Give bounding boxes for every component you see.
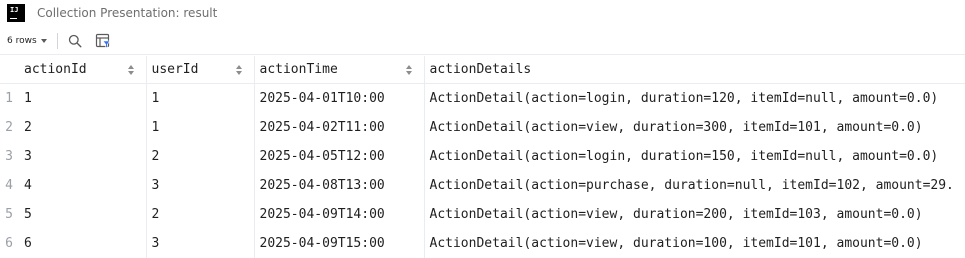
app-logo-icon: IJ — [7, 4, 25, 22]
row-number-header — [0, 56, 19, 84]
table-row[interactable]: 2 2 1 2025-04-02T11:00 ActionDetail(acti… — [0, 113, 965, 142]
table-cell[interactable]: 2025-04-02T11:00 — [254, 113, 425, 142]
window-title: Collection Presentation: result — [37, 6, 218, 20]
result-table: actionId userId actionTime actionDetails… — [0, 56, 965, 258]
table-row[interactable]: 4 4 3 2025-04-08T13:00 ActionDetail(acti… — [0, 171, 965, 200]
table-cell[interactable]: 2 — [146, 142, 255, 171]
table-cell[interactable]: ActionDetail(action=login, duration=120,… — [424, 84, 965, 114]
filter-icon — [95, 33, 111, 49]
search-icon — [68, 34, 82, 48]
table-cell[interactable]: 5 — [19, 200, 147, 229]
title-bar: IJ Collection Presentation: result — [0, 0, 965, 26]
table-row[interactable]: 1 1 1 2025-04-01T10:00 ActionDetail(acti… — [0, 83, 965, 114]
table-cell[interactable]: 3 — [19, 142, 147, 171]
column-header-actionTime[interactable]: actionTime — [254, 56, 425, 84]
table-cell[interactable]: ActionDetail(action=login, duration=150,… — [424, 142, 965, 171]
table-cell[interactable]: ActionDetail(action=view, duration=200, … — [424, 200, 965, 229]
table-cell[interactable]: 2025-04-09T14:00 — [254, 200, 425, 229]
table-cell[interactable]: 1 — [146, 83, 255, 113]
column-header-label: userId — [151, 62, 199, 77]
row-number: 3 — [5, 149, 13, 164]
row-number: 4 — [0, 171, 19, 200]
sort-icon[interactable] — [405, 65, 412, 75]
table-cell[interactable]: 4 — [19, 171, 147, 200]
column-header-userId[interactable]: userId — [146, 56, 255, 84]
toolbar: 6 rows — [0, 28, 965, 55]
filter-button[interactable] — [92, 30, 114, 52]
chevron-down-icon — [40, 39, 47, 43]
row-number: 5 — [5, 207, 13, 222]
rows-count-dropdown[interactable]: 6 rows — [7, 36, 47, 46]
row-number: 1 — [5, 91, 13, 106]
search-button[interactable] — [64, 30, 86, 52]
column-header-actionId[interactable]: actionId — [19, 56, 147, 84]
table-cell[interactable]: 2025-04-08T13:00 — [254, 171, 425, 200]
table-cell[interactable]: 2 — [146, 200, 255, 229]
row-number: 2 — [0, 113, 19, 142]
table-row[interactable]: 3 3 2 2025-04-05T12:00 ActionDetail(acti… — [0, 142, 965, 171]
table-cell[interactable]: 2025-04-05T12:00 — [254, 142, 425, 171]
column-header-actionDetails[interactable]: actionDetails — [424, 56, 965, 84]
table-row[interactable]: 5 5 2 2025-04-09T14:00 ActionDetail(acti… — [0, 200, 965, 229]
toolbar-divider — [56, 33, 58, 49]
table-cell[interactable]: 1 — [19, 83, 147, 113]
table-cell[interactable]: ActionDetail(action=view, duration=300, … — [424, 113, 965, 142]
table-cell[interactable]: 2025-04-01T10:00 — [254, 83, 425, 113]
table-cell[interactable]: 1 — [146, 113, 255, 142]
column-header-label: actionTime — [259, 62, 338, 77]
sort-icon[interactable] — [235, 65, 242, 75]
table-header-row: actionId userId actionTime actionDetails — [0, 56, 965, 84]
table-cell[interactable]: ActionDetail(action=purchase, duration=n… — [424, 171, 965, 200]
table-cell[interactable]: 2 — [19, 113, 147, 142]
table-cell[interactable]: 3 — [146, 171, 255, 200]
column-header-label: actionDetails — [429, 62, 532, 77]
column-header-label: actionId — [24, 62, 87, 77]
rows-count-label: 6 rows — [7, 36, 37, 46]
sort-icon[interactable] — [127, 65, 134, 75]
